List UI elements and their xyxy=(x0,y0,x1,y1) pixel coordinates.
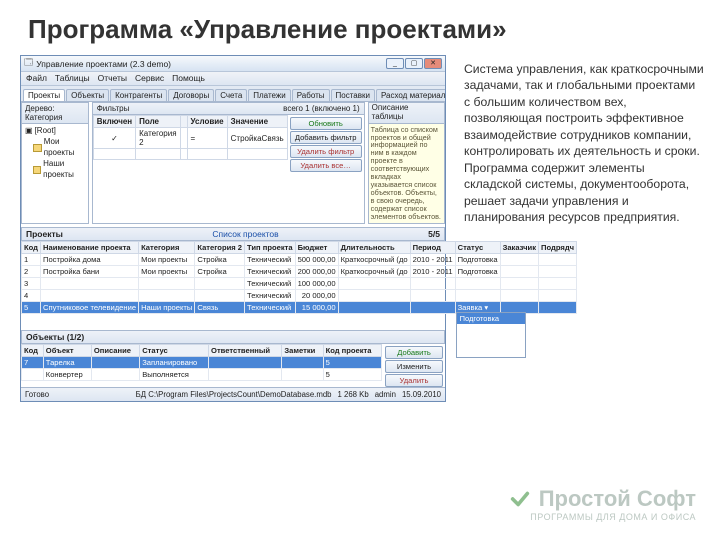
delete-object-button[interactable]: Удалить xyxy=(385,374,443,387)
descbox-header: Описание таблицы xyxy=(369,103,444,124)
tab-deliveries[interactable]: Поставки xyxy=(331,89,375,101)
delete-all-filters-button[interactable]: Удалить все… xyxy=(290,159,362,172)
dropdown-option[interactable]: Отменен xyxy=(457,346,525,357)
tab-contragents[interactable]: Контрагенты xyxy=(110,89,167,101)
table-row[interactable]: КонвертерВыполняется5 xyxy=(22,368,382,380)
maximize-button[interactable]: ▢ xyxy=(405,58,423,69)
status-size: 1 268 Kb xyxy=(338,390,369,399)
app-icon: 🗔 xyxy=(24,57,33,71)
refresh-button[interactable]: Обновить xyxy=(290,117,362,130)
window-title: Управление проектами (2.3 demo) xyxy=(36,59,171,69)
filters-title: Фильтры xyxy=(97,104,130,113)
menubar: Файл Таблицы Отчеты Сервис Помощь xyxy=(21,72,445,86)
table-row[interactable]: 1Постройка домаМои проектыСтройкаТехниче… xyxy=(22,253,577,265)
minimize-button[interactable]: _ xyxy=(386,58,404,69)
tab-projects[interactable]: Проекты xyxy=(23,89,65,101)
menu-help[interactable]: Помощь xyxy=(172,73,205,84)
filters-panel: Фильтры всего 1 (включено 1) Включен Пол… xyxy=(92,102,365,224)
brand-logo: Простой Софт ПРОГРАММЫ ДЛЯ ДОМА И ОФИСА xyxy=(509,486,696,522)
tab-objects[interactable]: Объекты xyxy=(66,89,109,101)
tab-works[interactable]: Работы xyxy=(292,89,330,101)
filters-count: всего 1 (включено 1) xyxy=(283,104,360,113)
table-row[interactable]: 7ТарелкаЗапланировано5 xyxy=(22,356,382,368)
tab-contracts[interactable]: Договоры xyxy=(168,89,214,101)
projects-header: Проекты xyxy=(26,229,63,239)
menu-reports[interactable]: Отчеты xyxy=(98,73,127,84)
tabbar: Проекты Объекты Контрагенты Договоры Сче… xyxy=(21,86,445,102)
projects-list-link[interactable]: Список проектов xyxy=(212,229,278,239)
dropdown-option[interactable]: Подготовка xyxy=(457,313,525,324)
tab-materials[interactable]: Расход материалов xyxy=(376,89,445,101)
status-user: admin xyxy=(375,390,396,399)
folder-icon xyxy=(33,144,42,152)
tab-invoices[interactable]: Счета xyxy=(215,89,247,101)
add-filter-button[interactable]: Добавить фильтр xyxy=(290,131,362,144)
menu-tables[interactable]: Таблицы xyxy=(55,73,90,84)
table-description: Описание таблицы Таблица со списком прое… xyxy=(368,102,445,224)
status-left: Готово xyxy=(25,390,49,399)
table-row[interactable]: 2Постройка баниМои проектыСтройкаТехниче… xyxy=(22,265,577,277)
status-bar: Готово БД C:\Program Files\ProjectsCount… xyxy=(21,387,445,401)
table-row[interactable]: 3Технический100 000,00 xyxy=(22,277,577,289)
titlebar: 🗔 Управление проектами (2.3 demo) _ ▢ ✕ xyxy=(21,56,445,72)
menu-file[interactable]: Файл xyxy=(26,73,47,84)
tree-header: Дерево: Категория xyxy=(22,103,88,124)
tab-payments[interactable]: Платежи xyxy=(248,89,290,101)
projects-count: 5/5 xyxy=(428,229,440,239)
table-row[interactable]: 4Технический20 000,00 xyxy=(22,289,577,301)
edit-object-button[interactable]: Изменить xyxy=(385,360,443,373)
tree-node[interactable]: Наши проекты xyxy=(25,159,85,180)
dropdown-option[interactable]: Реализация xyxy=(457,324,525,335)
table-row[interactable]: 5Спутниковое телевидениеНаши проектыСвяз… xyxy=(22,301,577,313)
menu-service[interactable]: Сервис xyxy=(135,73,164,84)
close-button[interactable]: ✕ xyxy=(424,58,442,69)
folder-icon xyxy=(33,166,41,174)
delete-filter-button[interactable]: Удалить фильтр xyxy=(290,145,362,158)
add-object-button[interactable]: Добавить xyxy=(385,346,443,359)
dropdown-option[interactable]: Завершен xyxy=(457,335,525,346)
objects-header: Объекты (1/2) xyxy=(26,332,84,342)
checkmark-icon xyxy=(509,488,531,510)
tree-node[interactable]: Мои проекты xyxy=(25,137,85,158)
projects-grid[interactable]: КодНаименование проектаКатегорияКатегори… xyxy=(21,241,445,314)
filters-grid[interactable]: Включен Поле Условие Значение ✓ Категори… xyxy=(93,115,288,174)
status-date: 15.09.2010 xyxy=(402,390,441,399)
tree-panel: Дерево: Категория ▣[Root] Мои проекты На… xyxy=(21,102,89,224)
status-db: БД C:\Program Files\ProjectsCount\DemoDa… xyxy=(136,390,332,399)
objects-grid[interactable]: КодОбъектОписаниеСтатусОтветственныйЗаме… xyxy=(21,344,382,387)
page-title: Программа «Управление проектами» xyxy=(0,0,720,45)
tree-root[interactable]: ▣[Root] xyxy=(25,126,85,136)
app-window: 🗔 Управление проектами (2.3 demo) _ ▢ ✕ … xyxy=(20,55,446,402)
status-dropdown[interactable]: ПодготовкаРеализацияЗавершенОтменен xyxy=(456,312,526,358)
filter-row[interactable]: ✓ Категория 2 = СтройкаСвязь xyxy=(93,128,287,149)
